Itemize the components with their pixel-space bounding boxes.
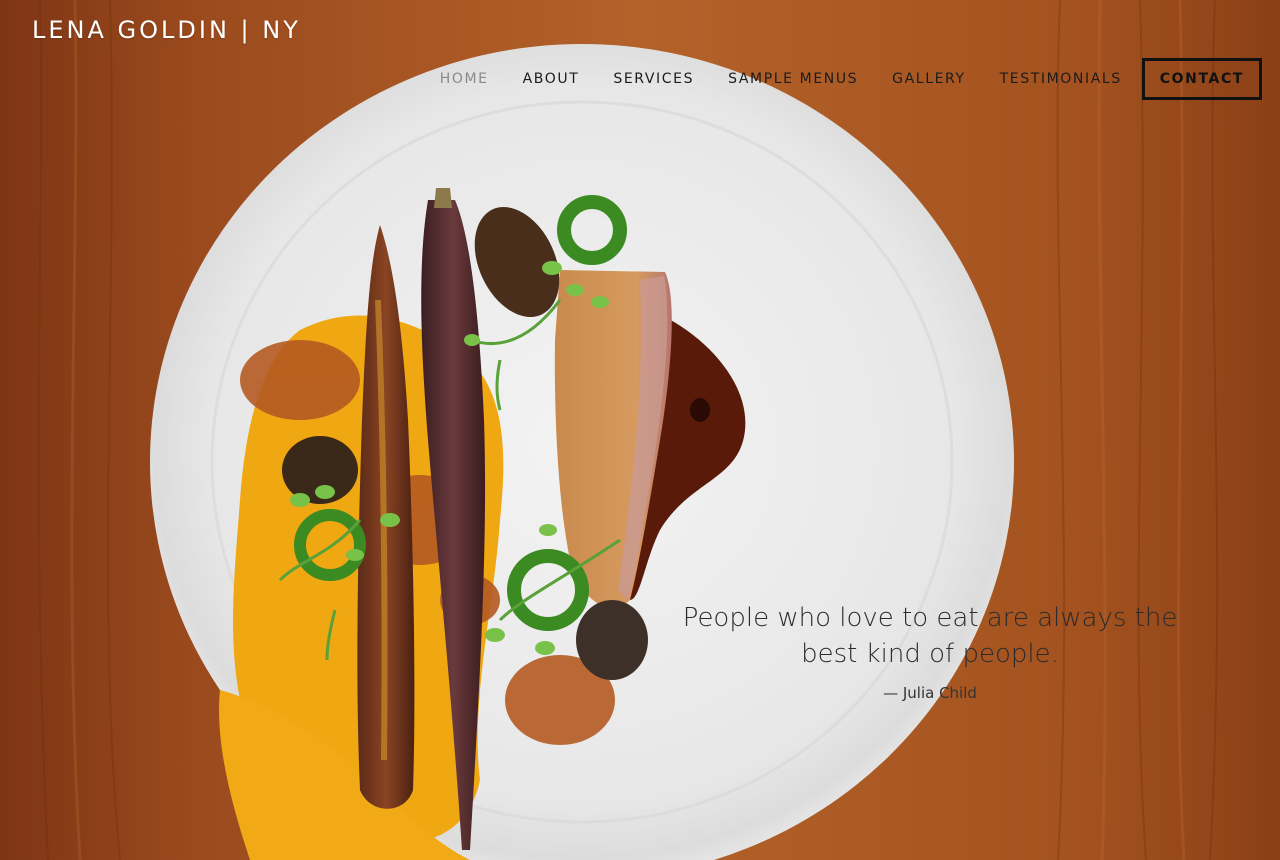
hero-background (0, 0, 1280, 860)
quote-author: — Julia Child (883, 684, 977, 702)
food-photo (0, 0, 1280, 860)
nav-gallery[interactable]: GALLERY (892, 71, 965, 87)
nav-sample-menus[interactable]: SAMPLE MENUS (728, 71, 858, 87)
nav-services[interactable]: SERVICES (613, 71, 694, 87)
nav-home[interactable]: HOME (440, 71, 489, 87)
main-nav: HOME ABOUT SERVICES SAMPLE MENUS GALLERY… (406, 58, 1262, 100)
hero-quote: People who love to eat are always the be… (680, 600, 1180, 702)
nav-testimonials[interactable]: TESTIMONIALS (1000, 71, 1122, 87)
site-logo[interactable]: LENA GOLDIN | NY (32, 16, 301, 44)
nav-about[interactable]: ABOUT (523, 71, 580, 87)
quote-text: People who love to eat are always the be… (682, 603, 1178, 669)
contact-button[interactable]: CONTACT (1141, 58, 1262, 100)
